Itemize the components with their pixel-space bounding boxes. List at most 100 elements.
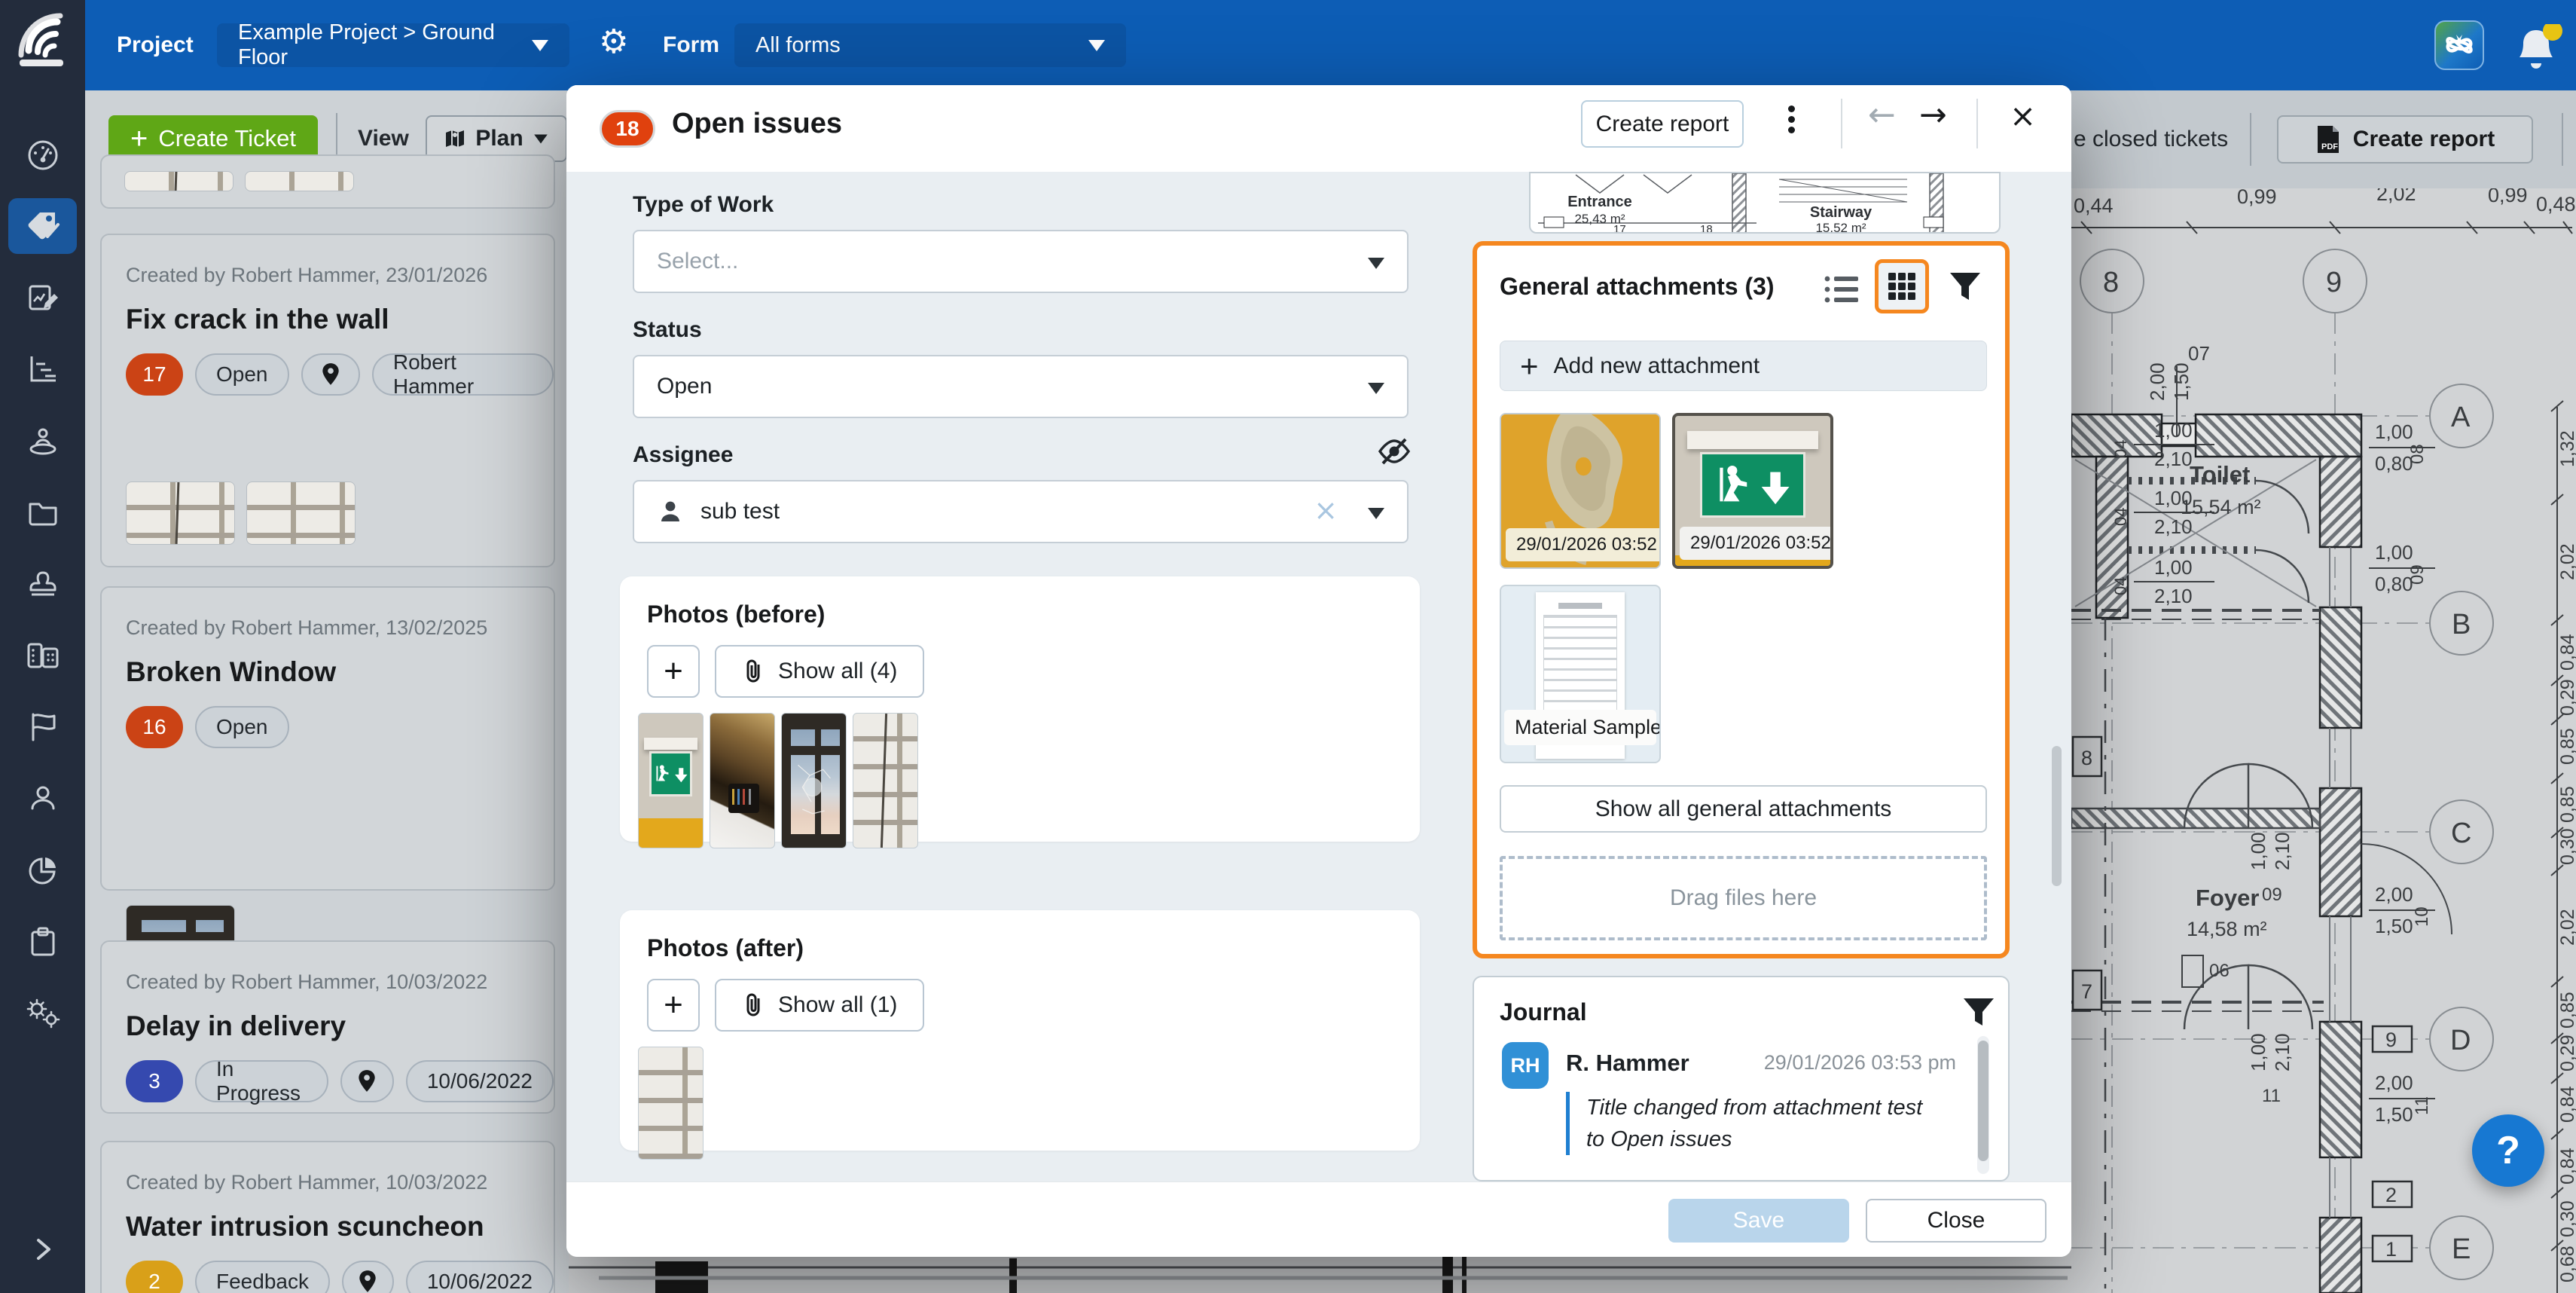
svg-text:B: B xyxy=(2452,609,2471,640)
location-pill[interactable] xyxy=(301,353,360,396)
help-button[interactable]: ? xyxy=(2472,1114,2544,1187)
ticket-card[interactable]: Created by Robert Hammer, 10/03/2022 Del… xyxy=(100,940,555,1114)
sidebar-item-documents[interactable] xyxy=(0,484,85,541)
sidebar-item-flags[interactable] xyxy=(0,698,85,756)
modal-title: Open issues xyxy=(672,108,842,140)
svg-text:1,50: 1,50 xyxy=(2375,1103,2413,1126)
photo-thumbnail-broken-window[interactable] xyxy=(781,713,847,848)
close-icon[interactable]: × xyxy=(2010,97,2036,134)
type-of-work-label: Type of Work xyxy=(633,192,774,218)
gear-icon[interactable]: ⚙ xyxy=(599,23,628,61)
ticket-assignee-pill: Robert Hammer xyxy=(372,353,554,396)
journal-scrollbar-thumb[interactable] xyxy=(1978,1041,1988,1161)
svg-text:0,84: 0,84 xyxy=(2557,1086,2576,1123)
back-arrow-icon[interactable]: ← xyxy=(1868,96,1896,134)
paperclip-icon xyxy=(742,659,766,684)
filter-icon[interactable] xyxy=(1962,995,1995,1029)
status-value: Open xyxy=(657,374,712,399)
status-select[interactable]: Open xyxy=(633,355,1409,418)
attachment-pdf-name: Material Sample.pdf xyxy=(1504,710,1656,745)
svg-text:04: 04 xyxy=(2111,508,2130,526)
add-attachment-button[interactable]: + Add new attachment xyxy=(1500,341,1987,391)
help-label: ? xyxy=(2496,1128,2520,1173)
add-photo-button[interactable]: + xyxy=(647,645,700,698)
modal-create-report-button[interactable]: Create report xyxy=(1581,100,1744,148)
grid-view-button-active[interactable] xyxy=(1875,259,1929,313)
type-of-work-select[interactable]: Select... xyxy=(633,230,1409,293)
sidebar-item-tickets[interactable] xyxy=(0,197,85,255)
photo-thumbnail-exit-sign[interactable] xyxy=(638,713,704,848)
forward-arrow-icon[interactable]: → xyxy=(1919,96,1947,134)
show-all-photos-button[interactable]: Show all (4) xyxy=(715,645,924,698)
sidebar-item-presence[interactable] xyxy=(0,412,85,469)
ticket-card[interactable]: Created by Robert Hammer, 10/03/2022 Wat… xyxy=(100,1141,555,1293)
ticket-photo[interactable] xyxy=(246,481,356,545)
ticket-photo[interactable] xyxy=(245,171,354,191)
plan-preview-card[interactable]: Entrance 25,43 m² Stairway 15,52 m² 17 1… xyxy=(1529,172,2001,234)
show-all-photos-button[interactable]: Show all (1) xyxy=(715,979,924,1032)
modal-scrollbar-thumb[interactable] xyxy=(2052,746,2062,886)
photos-before-card: Photos (before) + Show all (4) xyxy=(620,576,1420,842)
location-pill[interactable] xyxy=(342,1261,394,1293)
attachment-photo-peeling-paint[interactable]: 29/01/2026 03:52 pm xyxy=(1500,413,1661,569)
svg-text:18: 18 xyxy=(1700,223,1713,234)
modal-kebab-menu[interactable] xyxy=(1788,102,1795,137)
drag-files-dropzone[interactable]: Drag files here xyxy=(1500,856,1987,940)
clear-icon[interactable]: × xyxy=(1314,494,1338,527)
svg-text:15,52 m²: 15,52 m² xyxy=(1815,221,1866,234)
filter-icon[interactable] xyxy=(1949,270,1982,303)
sidebar-item-dashboard[interactable] xyxy=(0,127,85,184)
planradar-logo[interactable] xyxy=(0,0,85,90)
svg-text:1,50: 1,50 xyxy=(2170,362,2193,401)
bell-icon[interactable] xyxy=(2510,24,2562,71)
list-view-icon[interactable] xyxy=(1824,273,1860,306)
svg-text:0,44: 0,44 xyxy=(2074,194,2114,217)
form-dropdown[interactable]: All forms xyxy=(734,23,1126,67)
ticket-card[interactable]: Created by Robert Hammer, 13/02/2025 Bro… xyxy=(100,586,555,891)
ticket-photo[interactable] xyxy=(126,481,235,545)
attachment-photo-exit-sign-selected[interactable]: 29/01/2026 03:52 pm xyxy=(1672,413,1833,569)
sidebar-item-reports[interactable] xyxy=(0,842,85,899)
save-button-disabled[interactable]: Save xyxy=(1668,1199,1849,1243)
attachment-pdf[interactable]: Material Sample.pdf xyxy=(1500,585,1661,763)
chevron-down-icon xyxy=(1368,383,1384,394)
paperclip-icon xyxy=(742,992,766,1018)
location-pill[interactable] xyxy=(340,1060,394,1102)
close-button[interactable]: Close xyxy=(1866,1199,2046,1243)
photo-thumbnail-toolbox[interactable] xyxy=(710,713,775,848)
ticket-photo[interactable] xyxy=(124,171,233,191)
svg-text:0,99: 0,99 xyxy=(2488,188,2528,206)
clipboard-icon xyxy=(26,925,60,959)
sidebar-item-statistics[interactable] xyxy=(0,341,85,398)
svg-text:04: 04 xyxy=(2111,440,2130,458)
divider xyxy=(1841,99,1842,148)
photo-thumbnail-brick-wall[interactable] xyxy=(638,1047,704,1160)
closed-tickets-label[interactable]: e closed tickets xyxy=(2074,127,2228,152)
ticket-count-badge: 18 xyxy=(600,110,655,148)
svg-text:1,32: 1,32 xyxy=(2557,430,2576,467)
assignee-select[interactable]: sub test × xyxy=(633,480,1409,543)
ticket-status-badge: Open xyxy=(195,706,289,748)
show-all-attachments-button[interactable]: Show all general attachments xyxy=(1500,785,1987,833)
sidebar-item-tasks[interactable] xyxy=(0,913,85,971)
sidebar-item-companies[interactable] xyxy=(0,627,85,684)
sidebar-item-approvals[interactable] xyxy=(0,555,85,613)
ticket-card[interactable]: Created by Robert Hammer, 23/01/2026 Fix… xyxy=(100,234,555,567)
photo-thumbnail-brick-wall[interactable] xyxy=(853,713,918,848)
sidebar-collapse-button[interactable] xyxy=(0,1221,85,1278)
eye-off-icon[interactable] xyxy=(1377,436,1412,466)
sidebar-item-settings[interactable] xyxy=(0,985,85,1042)
create-ticket-label: Create Ticket xyxy=(158,125,296,152)
svg-text:0,85: 0,85 xyxy=(2557,728,2576,765)
ticket-card-partial[interactable] xyxy=(100,154,555,209)
apps-icon[interactable] xyxy=(2434,20,2484,70)
sidebar-item-users[interactable] xyxy=(0,770,85,827)
svg-text:08: 08 xyxy=(2407,444,2428,464)
project-dropdown[interactable]: Example Project > Ground Floor xyxy=(217,23,569,67)
sidebar-item-forms[interactable] xyxy=(0,269,85,326)
add-photo-button[interactable]: + xyxy=(647,979,700,1032)
create-report-button[interactable]: PDF Create report xyxy=(2277,115,2533,164)
journal-scrollbar-track[interactable] xyxy=(1977,1036,1989,1174)
gears-icon xyxy=(23,997,63,1030)
ticket-title: Fix crack in the wall xyxy=(126,304,554,335)
